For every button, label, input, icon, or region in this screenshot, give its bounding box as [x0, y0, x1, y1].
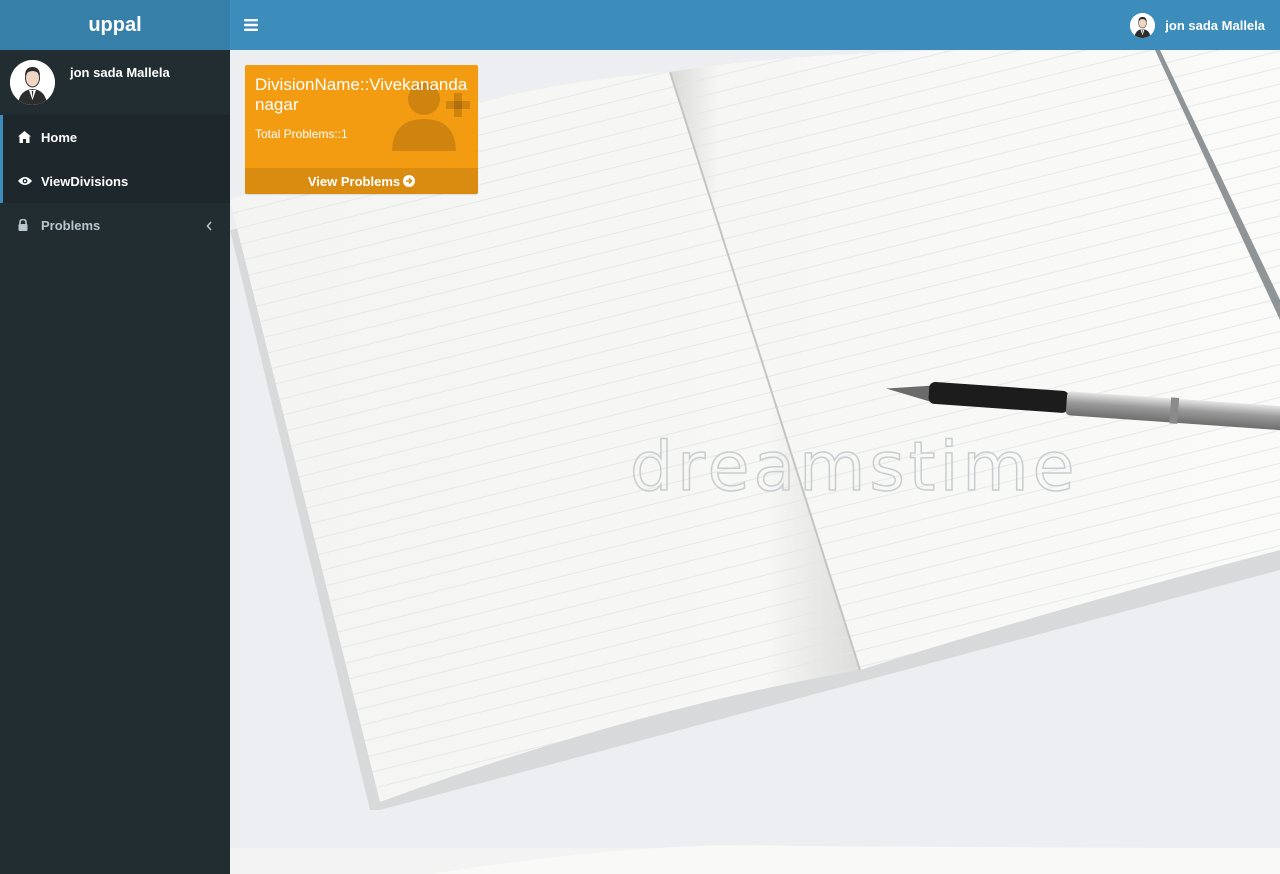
- sidebar-item-label: Problems: [41, 217, 101, 233]
- sidebar-item-problems[interactable]: Problems: [0, 203, 230, 247]
- division-name: DivisionName::Vivekananda nagar: [255, 75, 468, 114]
- content-area: dreamstime DivisionName::Vivekananda nag…: [230, 50, 1280, 874]
- header-user-name: jon sada Mallela: [1165, 17, 1265, 33]
- sidebar-toggle-button[interactable]: [242, 15, 260, 35]
- chevron-left-icon: [206, 219, 212, 234]
- sidebar-user-name: jon sada Mallela: [70, 65, 170, 80]
- view-problems-label: View Problems: [307, 173, 401, 189]
- sidebar-item-label: Home: [41, 129, 78, 145]
- sidebar-menu: Home ViewDivisions Problems: [0, 115, 230, 247]
- view-problems-link[interactable]: View Problems: [245, 168, 478, 194]
- sidebar-item-label: ViewDivisions: [41, 173, 129, 189]
- top-navbar: jon sada Mallela: [230, 0, 1280, 50]
- lock-icon: [18, 219, 38, 231]
- total-problems: Total Problems::1: [255, 127, 348, 141]
- sidebar-item-viewdivisions[interactable]: ViewDivisions: [0, 159, 230, 203]
- home-icon: [18, 131, 38, 143]
- bars-icon: [244, 19, 258, 31]
- user-menu[interactable]: jon sada Mallela: [1130, 0, 1265, 50]
- watermark-text: dreamstime: [630, 428, 1078, 507]
- user-panel: jon sada Mallela: [0, 50, 230, 115]
- sidebar-item-home[interactable]: Home: [0, 115, 230, 159]
- app-logo[interactable]: uppal: [0, 0, 230, 50]
- division-card-inner: DivisionName::Vivekananda nagar Total Pr…: [245, 65, 478, 151]
- arrow-circle-right-icon: [403, 175, 416, 187]
- sidebar: jon sada Mallela Home ViewDivisions Prob…: [0, 50, 230, 874]
- avatar: [10, 60, 55, 105]
- user-avatar-icon: [1130, 12, 1156, 38]
- eye-icon: [18, 176, 38, 186]
- app-logo-text: uppal: [88, 13, 142, 36]
- division-card: DivisionName::Vivekananda nagar Total Pr…: [245, 65, 478, 194]
